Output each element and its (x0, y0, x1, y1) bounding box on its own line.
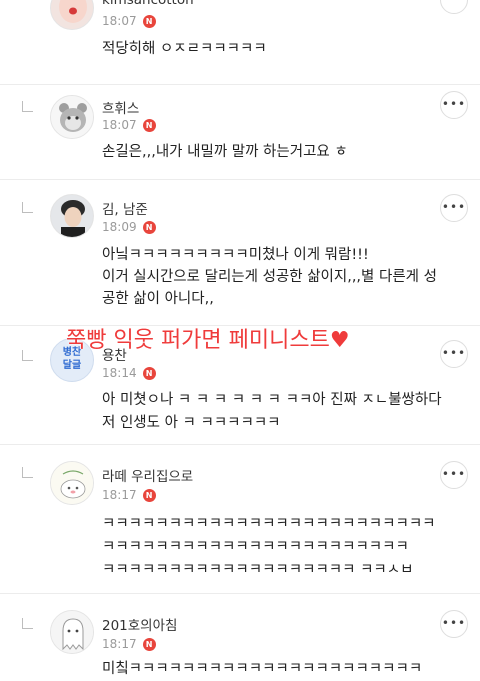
more-options-button[interactable]: ••• (440, 194, 468, 222)
reply-arrow-icon (22, 101, 33, 112)
avatar[interactable] (50, 610, 94, 654)
comment-item: 흐휘스 18:07 N ••• 손길은,,,내가 내밀까 말까 하는거고요 ㅎ (0, 85, 480, 179)
more-options-button[interactable]: ••• (440, 91, 468, 119)
comment-body-line: ㅋㅋㅋㅋㅋㅋㅋㅋㅋㅋㅋㅋㅋㅋㅋㅋㅋㅋㅋㅋㅋㅋㅋㅋㅋ (102, 516, 436, 532)
new-badge-icon: N (142, 119, 156, 132)
comment-body-line: ㅋㅋㅋㅋㅋㅋㅋㅋㅋㅋㅋㅋㅋㅋㅋㅋㅋㅋㅋ ㅋㅋㅅㅂ (102, 562, 414, 578)
overlay-caption: 쭉빵 익웃 퍼가면 페미니스트♥ (66, 328, 350, 353)
comment-item: 라떼 우리집으로 18:17 N ••• ㅋㅋㅋㅋㅋㅋㅋㅋㅋㅋㅋㅋㅋㅋㅋㅋㅋㅋㅋㅋ… (0, 445, 480, 593)
comment-nickname[interactable]: 201호의아침 (102, 614, 177, 634)
new-badge-icon: N (142, 221, 156, 234)
comment-body-line: 이거 실시간으로 달리는게 성공한 삶이지,,,별 다른게 성 (102, 269, 437, 285)
comment-timestamp: 18:17 (102, 488, 137, 502)
comment-body-line: 아 미쳣ㅇ나 ㅋ ㅋ ㅋ ㅋ ㅋ ㅋ ㅋㅋ아 진짜 ㅈㄴ불쌍하다 (102, 392, 442, 408)
reply-arrow-icon (22, 350, 33, 361)
comment-body-line: 공한 삶이 아니다,, (102, 291, 214, 307)
comment-body-line: 아닠ㅋㅋㅋㅋㅋㅋㅋㅋㅋ미쳤나 이게 뭐람!!! (102, 247, 369, 263)
comment-item: 201호의아침 18:17 N ••• 미칰ㅋㅋㅋㅋㅋㅋㅋㅋㅋㅋㅋㅋㅋㅋㅋㅋㅋㅋㅋ… (0, 594, 480, 680)
reply-arrow-icon (22, 618, 33, 629)
comment-nickname[interactable]: 흐휘스 (102, 97, 139, 117)
comment-timestamp: 18:07 (102, 14, 137, 28)
more-options-button[interactable]: ••• (440, 461, 468, 489)
comment-timestamp: 18:17 (102, 637, 137, 651)
comment-item: 김, 남준 18:09 N ••• 아닠ㅋㅋㅋㅋㅋㅋㅋㅋㅋ미쳤나 이게 뭐람!!!… (0, 180, 480, 325)
comment-timestamp: 18:14 (102, 366, 137, 380)
comment-nickname[interactable]: kimsancotton (102, 0, 194, 8)
comment-time: 18:17 N (102, 637, 156, 651)
comment-body-line: ㅋㅋㅋㅋㅋㅋㅋㅋㅋㅋㅋㅋㅋㅋㅋㅋㅋㅋㅋㅋㅋㅋㅋ (102, 539, 409, 555)
new-badge-icon: N (142, 638, 156, 651)
comment-time: 18:07 N (102, 118, 156, 132)
avatar[interactable] (50, 95, 94, 139)
more-options-button[interactable]: ••• (440, 0, 468, 14)
comment-nickname[interactable]: 라떼 우리집으로 (102, 465, 193, 485)
comment-time: 18:14 N (102, 366, 156, 380)
comment-time: 18:17 N (102, 488, 156, 502)
avatar[interactable] (50, 194, 94, 238)
comment-body-line: 손길은,,,내가 내밀까 말까 하는거고요 ㅎ (102, 144, 348, 160)
more-options-button[interactable]: ••• (440, 340, 468, 368)
comment-body-line: 적당히해 ㅇㅈㄹㅋㅋㅋㅋㅋ (102, 41, 267, 57)
avatar-text: 달글 (62, 360, 82, 371)
comment-body-line: 저 인생도 아 ㅋ ㅋㅋㅋㅋㅋㅋ (102, 415, 281, 431)
new-badge-icon: N (142, 367, 156, 380)
new-badge-icon: N (142, 489, 156, 502)
comment-nickname[interactable]: 김, 남준 (102, 198, 148, 218)
avatar[interactable] (50, 0, 94, 30)
comment-timestamp: 18:09 (102, 220, 137, 234)
comment-item: kimsancotton 18:07 N ••• 적당히해 ㅇㅈㄹㅋㅋㅋㅋㅋ (0, 0, 480, 84)
comment-time: 18:09 N (102, 220, 156, 234)
new-badge-icon: N (142, 15, 156, 28)
avatar[interactable] (50, 461, 94, 505)
comment-body-line: 미칰ㅋㅋㅋㅋㅋㅋㅋㅋㅋㅋㅋㅋㅋㅋㅋㅋㅋㅋㅋㅋㅋㅋ (102, 661, 423, 677)
more-options-button[interactable]: ••• (440, 610, 468, 638)
comment-time: 18:07 N (102, 14, 156, 28)
comment-timestamp: 18:07 (102, 118, 137, 132)
reply-arrow-icon (22, 467, 33, 478)
reply-arrow-icon (22, 202, 33, 213)
